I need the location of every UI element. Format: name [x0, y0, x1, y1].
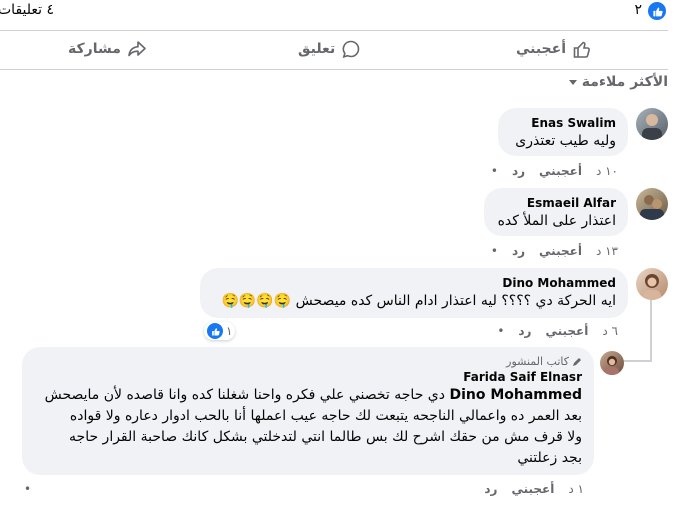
comment-text-line-2: بعد العمر ده واعمالي الناجحه يتبعت لك حا…: [69, 408, 582, 424]
reaction-count: ١: [226, 324, 233, 338]
comment-bubble: Esmaeil Alfar اعتذار على الملأ كده: [484, 188, 628, 236]
comment-button[interactable]: تعليق: [298, 37, 361, 61]
share-button-label: مشاركة: [68, 41, 121, 57]
avatar[interactable]: [636, 188, 668, 220]
comment-text: دي حاجه تخصني علي فكره واحنا شغلنا كده و…: [44, 387, 445, 403]
avatar[interactable]: [636, 108, 668, 140]
pencil-icon: [573, 357, 581, 366]
share-button[interactable]: مشاركة: [68, 37, 147, 61]
comment-reactions[interactable]: ١: [204, 322, 236, 340]
caret-down-icon: [568, 80, 577, 85]
comment-like-link[interactable]: أعجبني: [539, 164, 582, 178]
comment-actions: ١ د أعجبني رد: [484, 482, 584, 496]
avatar-image: [605, 356, 619, 375]
comment-time[interactable]: ١ د: [568, 482, 584, 496]
avatar[interactable]: [600, 351, 624, 375]
comment-author[interactable]: Farida Saif Elnasr: [34, 370, 582, 384]
mentioned-user[interactable]: Dino Mohammed: [449, 387, 582, 403]
thumbs-up-icon: [573, 41, 590, 58]
avatar[interactable]: [636, 268, 668, 300]
comment-time[interactable]: ٦ د: [602, 324, 618, 338]
comment-bubble: Dino Mohammed ايه الحركة دي ؟؟؟؟ ليه اعت…: [200, 268, 628, 318]
comment-actions: ٦ د أعجبني رد •: [497, 324, 618, 338]
comment-bubble: كاتب المنشور Farida Saif Elnasr Dino Moh…: [22, 347, 594, 475]
comment-time[interactable]: ١٣ د: [596, 244, 618, 258]
like-button-label: أعجبني: [515, 41, 566, 57]
comment-text: ايه الحركة دي ؟؟؟؟ ليه اعتذار ادام الناس…: [221, 293, 616, 309]
comment-author[interactable]: Dino Mohammed: [212, 276, 616, 290]
comment-actions: ١٣ د أعجبني رد •: [491, 244, 618, 258]
comment-text: اعتذار على الملأ كده: [497, 213, 616, 229]
comment-more-dot[interactable]: •: [491, 244, 498, 258]
post-action-bar: أعجبني تعليق مشاركة: [0, 30, 668, 70]
author-badge: كاتب المنشور: [34, 355, 582, 368]
comment-bubble-icon: [342, 40, 360, 58]
comment-like-link[interactable]: أعجبني: [511, 482, 554, 496]
comment-reply-link[interactable]: رد: [484, 482, 497, 496]
comment-author[interactable]: Esmaeil Alfar: [496, 196, 616, 210]
comment-more-dot[interactable]: •: [24, 482, 31, 496]
comment-actions: ١٠ د أعجبني رد •: [491, 164, 618, 178]
like-count[interactable]: ٢: [634, 2, 642, 18]
post-stats-bar: ٤ تعليقات ٢: [0, 0, 680, 24]
comment-reply-link[interactable]: رد: [512, 164, 525, 178]
avatar-image: [643, 274, 661, 300]
avatar-image: [642, 114, 662, 140]
comment-text-line-1: Dino Mohammed دي حاجه تخصني علي فكره واح…: [34, 386, 582, 405]
share-arrow-icon: [128, 41, 146, 57]
comment-more-dot[interactable]: •: [491, 164, 498, 178]
avatar-image: [640, 195, 664, 220]
comment-bubble: Enas Swalim وليه طيب تعتذرى: [498, 108, 628, 156]
comment-button-label: تعليق: [298, 41, 336, 57]
sort-label: الأكثر ملاءمة: [581, 74, 668, 90]
comment-text: وليه طيب تعتذرى: [515, 133, 616, 149]
comments-count[interactable]: ٤ تعليقات: [0, 2, 54, 18]
comment-author[interactable]: Enas Swalim: [510, 116, 616, 130]
comment-time[interactable]: ١٠ د: [596, 164, 618, 178]
reply-thread-line: [650, 300, 652, 362]
like-button[interactable]: أعجبني: [516, 37, 592, 61]
comment-reply-link[interactable]: رد: [518, 324, 531, 338]
like-reaction-icon: [207, 323, 223, 339]
comment-like-link[interactable]: أعجبني: [539, 244, 582, 258]
comment-sort-dropdown[interactable]: الأكثر ملاءمة: [568, 74, 668, 90]
comment-like-link[interactable]: أعجبني: [545, 324, 588, 338]
author-badge-label: كاتب المنشور: [506, 355, 569, 368]
comment-text-line-3: ولا قرف مش من حقك اشرح لك بس طالما انتي …: [69, 429, 582, 445]
comment-reply-link[interactable]: رد: [512, 244, 525, 258]
comment-more-dot[interactable]: •: [497, 324, 504, 338]
like-reaction-icon[interactable]: [648, 2, 666, 20]
comment-text-line-4: بجد زعلتني: [517, 450, 582, 466]
